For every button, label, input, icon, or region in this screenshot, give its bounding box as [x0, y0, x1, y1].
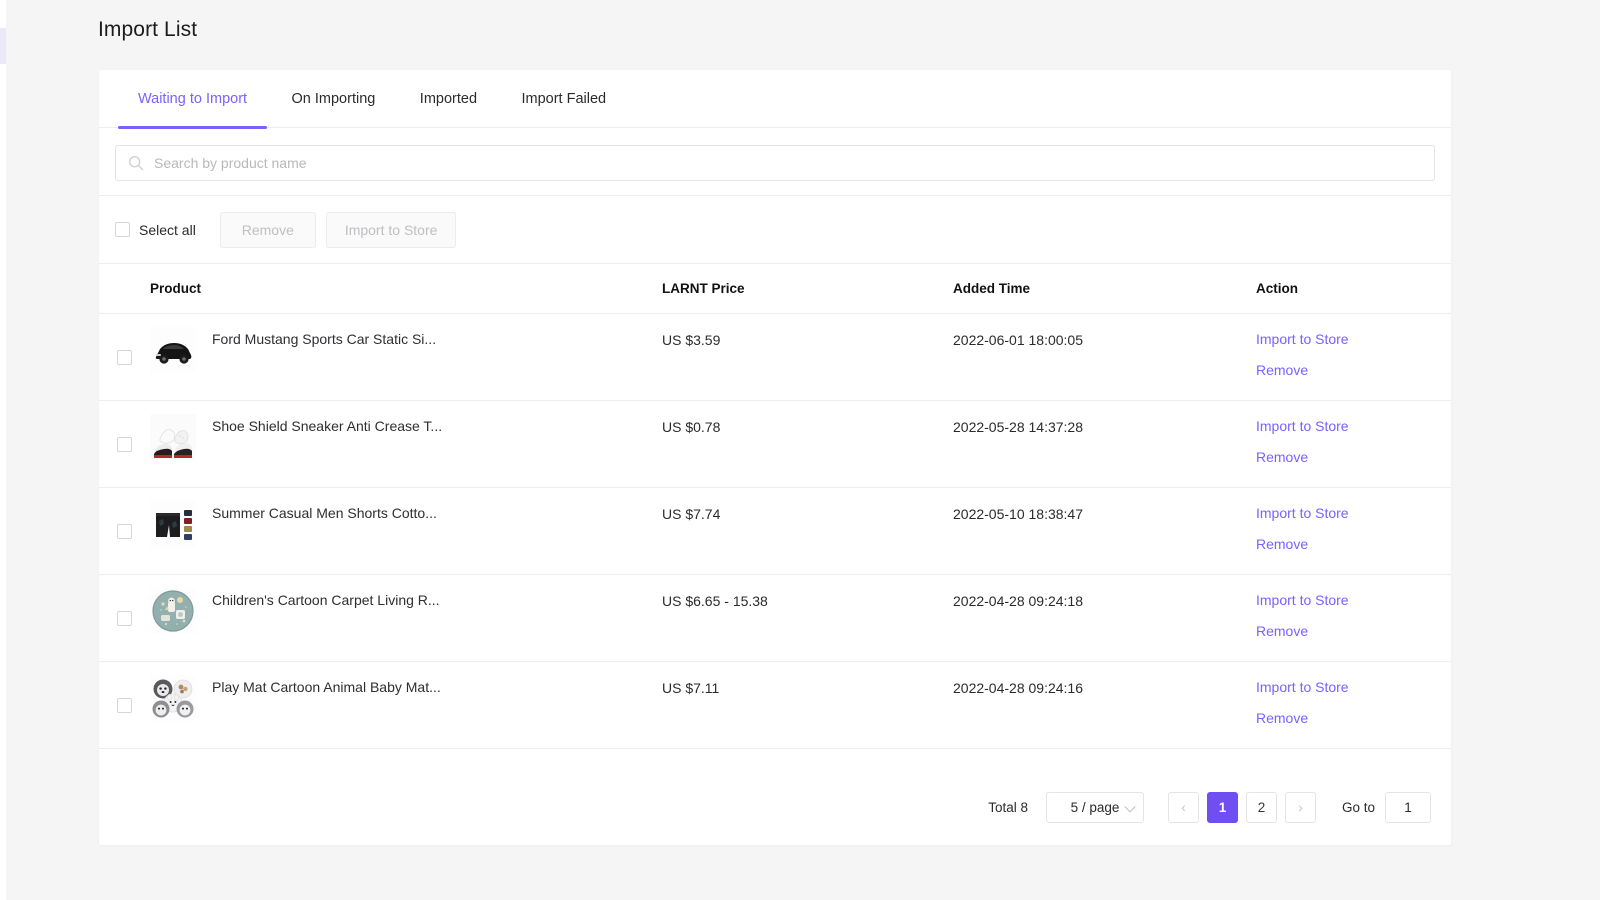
product-added-time: 2022-06-01 18:00:05 — [953, 332, 1083, 348]
action-cell: Import to Store Remove — [1256, 314, 1451, 400]
left-edge-strip — [0, 0, 6, 900]
header-product: Product — [150, 281, 202, 296]
table-row: Children's Cartoon Carpet Living R... US… — [99, 575, 1451, 662]
product-name: Summer Casual Men Shorts Cotto... — [212, 505, 437, 521]
table-row: Shoe Shield Sneaker Anti Crease T... US … — [99, 401, 1451, 488]
chevron-down-icon — [1124, 800, 1136, 812]
pagination-next-button[interactable]: › — [1284, 792, 1316, 823]
action-cell: Import to Store Remove — [1256, 401, 1451, 487]
tab-import-failed[interactable]: Import Failed — [501, 70, 626, 128]
page-size-select[interactable]: 5 / page — [1045, 792, 1144, 823]
sports-car-thumbnail — [150, 327, 196, 373]
action-cell: Import to Store Remove — [1256, 575, 1451, 661]
row-checkbox-cell — [99, 488, 150, 574]
row-checkbox-cell — [99, 401, 150, 487]
row-remove-link[interactable]: Remove — [1256, 710, 1308, 726]
left-edge-highlight — [0, 28, 6, 64]
row-checkbox[interactable] — [117, 436, 132, 452]
row-import-to-store-link[interactable]: Import to Store — [1256, 331, 1349, 347]
select-all-label: Select all — [139, 221, 196, 238]
row-remove-link[interactable]: Remove — [1256, 449, 1308, 465]
page-size-label: 5 / page — [1070, 800, 1120, 815]
sneaker-shield-thumbnail — [150, 414, 196, 460]
row-remove-link[interactable]: Remove — [1256, 536, 1308, 552]
action-cell: Import to Store Remove — [1256, 488, 1451, 574]
row-checkbox-cell — [99, 575, 150, 661]
product-added-time: 2022-05-10 18:38:47 — [953, 506, 1083, 522]
product-price: US $0.78 — [662, 419, 721, 435]
product-cell: Play Mat Cartoon Animal Baby Mat... — [150, 662, 662, 748]
goto-label: Go to — [1341, 800, 1375, 815]
product-added-time: 2022-04-28 09:24:18 — [953, 593, 1083, 609]
row-checkbox-cell — [99, 662, 150, 748]
total-count-label: Total 8 — [988, 800, 1028, 815]
header-added-time: Added Time — [953, 281, 1031, 296]
row-import-to-store-link[interactable]: Import to Store — [1256, 418, 1349, 434]
row-checkbox[interactable] — [117, 523, 132, 539]
search-box[interactable] — [115, 145, 1435, 181]
pagination-prev-button[interactable]: ‹ — [1167, 792, 1199, 823]
product-name: Shoe Shield Sneaker Anti Crease T... — [212, 418, 443, 434]
remove-button[interactable]: Remove — [219, 211, 316, 248]
row-import-to-store-link[interactable]: Import to Store — [1256, 505, 1349, 521]
animal-play-mat-thumbnail — [150, 675, 196, 721]
search-icon — [128, 155, 144, 171]
search-section — [99, 128, 1451, 196]
import-to-store-button[interactable]: Import to Store — [325, 211, 457, 248]
pagination: Total 8 5 / page ‹ 1 2 › Go to — [988, 792, 1431, 823]
row-remove-link[interactable]: Remove — [1256, 623, 1308, 639]
row-remove-link[interactable]: Remove — [1256, 362, 1308, 378]
header-action: Action — [1256, 281, 1298, 296]
product-price: US $3.59 — [662, 332, 721, 348]
men-shorts-thumbnail — [150, 501, 196, 547]
product-cell: Summer Casual Men Shorts Cotto... — [150, 488, 662, 574]
product-price: US $7.74 — [662, 506, 721, 522]
pagination-page-1[interactable]: 1 — [1206, 792, 1238, 823]
row-import-to-store-link[interactable]: Import to Store — [1256, 592, 1349, 608]
header-price: LARNT Price — [662, 281, 745, 296]
product-price: US $6.65 - 15.38 — [662, 593, 768, 609]
pagination-page-2[interactable]: 2 — [1245, 792, 1277, 823]
row-import-to-store-link[interactable]: Import to Store — [1256, 679, 1349, 695]
product-cell: Ford Mustang Sports Car Static Si... — [150, 314, 662, 400]
product-added-time: 2022-04-28 09:24:16 — [953, 680, 1083, 696]
product-added-time: 2022-05-28 14:37:28 — [953, 419, 1083, 435]
select-all-checkbox[interactable] — [115, 222, 130, 237]
page-title: Import List — [98, 18, 198, 41]
round-carpet-thumbnail — [150, 588, 196, 634]
row-checkbox-cell — [99, 314, 150, 400]
product-price: US $7.11 — [662, 680, 720, 696]
tab-imported[interactable]: Imported — [400, 70, 497, 128]
table-header: Product LARNT Price Added Time Action — [99, 264, 1451, 314]
product-name: Children's Cartoon Carpet Living R... — [212, 592, 440, 608]
bulk-action-toolbar: Select all Remove Import to Store — [99, 196, 1451, 264]
table-row: Ford Mustang Sports Car Static Si... US … — [99, 314, 1451, 401]
goto-page-input[interactable] — [1385, 792, 1431, 823]
product-cell: Shoe Shield Sneaker Anti Crease T... — [150, 401, 662, 487]
row-checkbox[interactable] — [117, 349, 132, 365]
product-cell: Children's Cartoon Carpet Living R... — [150, 575, 662, 661]
row-checkbox[interactable] — [117, 697, 132, 713]
table-row: Summer Casual Men Shorts Cotto... US $7.… — [99, 488, 1451, 575]
product-name: Play Mat Cartoon Animal Baby Mat... — [212, 679, 441, 695]
table-row: Play Mat Cartoon Animal Baby Mat... US $… — [99, 662, 1451, 749]
action-cell: Import to Store Remove — [1256, 662, 1451, 748]
tab-waiting-to-import[interactable]: Waiting to Import — [118, 70, 268, 129]
row-checkbox[interactable] — [117, 610, 132, 626]
app-page: Import List Waiting to Import On Importi… — [0, 0, 1600, 900]
tab-on-importing[interactable]: On Importing — [272, 70, 396, 128]
import-list-card: Waiting to Import On Importing Imported … — [99, 70, 1451, 845]
search-input[interactable] — [154, 146, 1434, 180]
product-name: Ford Mustang Sports Car Static Si... — [212, 331, 437, 347]
tab-bar: Waiting to Import On Importing Imported … — [99, 70, 1451, 129]
